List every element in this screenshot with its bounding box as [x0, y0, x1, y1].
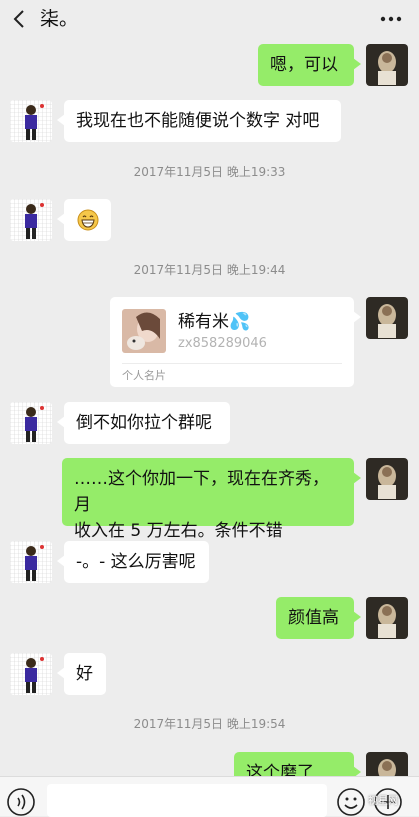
message-bubble[interactable]: 嗯，可以 [258, 44, 361, 86]
message-bubble[interactable]: -。- 这么厉害呢 [57, 541, 209, 583]
contact-avatar[interactable] [10, 402, 52, 444]
message-input[interactable] [47, 784, 327, 817]
card-name: 稀有米💦 [178, 312, 251, 332]
message-bubble[interactable]: 我现在也不能随便说个数字 对吧 [57, 100, 341, 142]
chat-input-bar [0, 776, 419, 817]
message-bubble[interactable]: 倒不如你拉个群呢 [57, 402, 230, 444]
grinning-face-emoji [77, 209, 99, 231]
self-avatar[interactable] [366, 297, 408, 339]
voice-icon[interactable] [6, 787, 36, 817]
self-avatar[interactable] [366, 597, 408, 639]
contact-avatar[interactable] [10, 541, 52, 583]
watermark: 视星网 [368, 796, 398, 807]
ellipsis-icon[interactable] [377, 8, 405, 30]
self-avatar[interactable] [366, 44, 408, 86]
timestamp: 2017年11月5日 晚上19:44 [133, 263, 286, 277]
contact-avatar[interactable] [10, 100, 52, 142]
card-photo [122, 309, 166, 353]
card-divider [122, 363, 342, 364]
card-wechat-id: zx858289046 [178, 336, 267, 351]
contact-avatar[interactable] [10, 199, 52, 241]
chevron-left-icon[interactable] [6, 4, 32, 34]
chat-title: 柒。 [40, 8, 79, 30]
contact-avatar[interactable] [10, 653, 52, 695]
message-bubble[interactable]: 颜值高 [276, 597, 361, 639]
emoji-icon[interactable] [336, 787, 366, 817]
message-bubble[interactable]: ……这个你加一下，现在在齐秀，月 收入在 5 万左右。条件不错 [62, 458, 361, 541]
message-bubble[interactable] [57, 199, 111, 241]
message-line: ……这个你加一下，现在在齐秀，月 [74, 469, 329, 515]
chat-header: 柒。 [0, 0, 419, 40]
message-bubble[interactable]: 好 [57, 653, 106, 695]
card-type-label: 个人名片 [122, 369, 166, 382]
contact-card[interactable]: 稀有米💦 zx858289046 个人名片 [110, 297, 361, 387]
timestamp: 2017年11月5日 晚上19:54 [133, 717, 286, 731]
timestamp: 2017年11月5日 晚上19:33 [133, 165, 286, 179]
self-avatar[interactable] [366, 458, 408, 500]
